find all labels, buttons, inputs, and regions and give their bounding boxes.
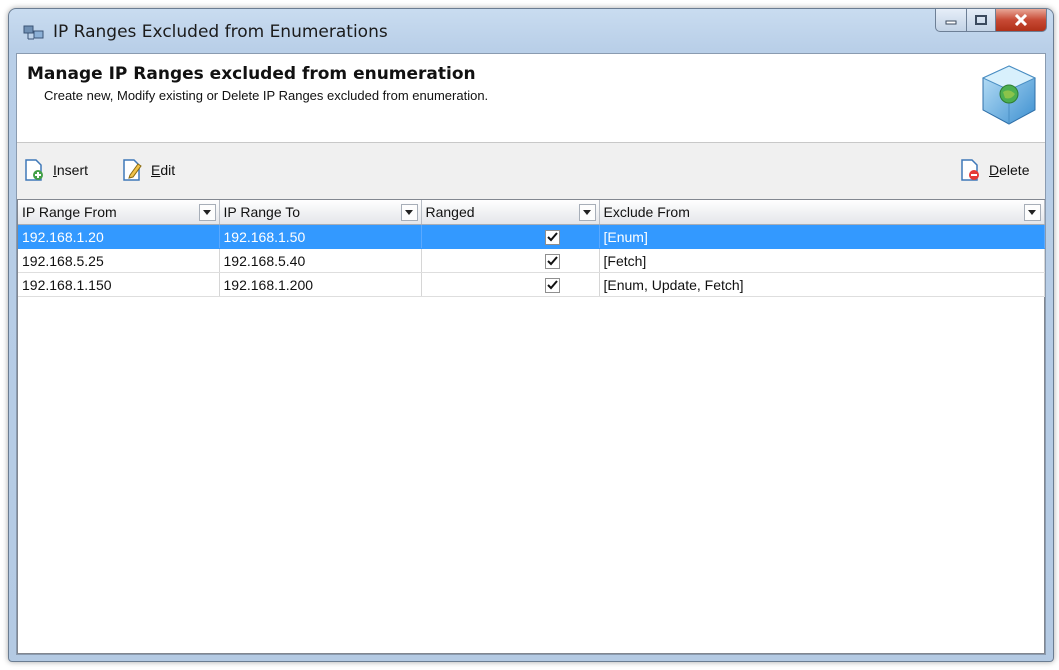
checkmark-icon — [546, 280, 558, 290]
cell-ip-from[interactable]: 192.168.1.20 — [18, 224, 220, 249]
delete-mnemonic: D — [989, 162, 1000, 178]
window-title: IP Ranges Excluded from Enumerations — [53, 22, 388, 42]
cell-ip-from[interactable]: 192.168.1.150 — [18, 272, 220, 297]
close-button[interactable] — [996, 9, 1047, 32]
ip-ranges-table: IP Range From IP Range To Ranged Exclude… — [18, 200, 1045, 297]
cell-exclude-from[interactable]: [Fetch] — [599, 248, 1045, 273]
cell-ip-to[interactable]: 192.168.1.50 — [219, 224, 422, 249]
cell-ip-to[interactable]: 192.168.5.40 — [219, 248, 422, 273]
ranged-checkbox[interactable] — [544, 277, 560, 293]
table-row[interactable]: 192.168.5.25 192.168.5.40 [Fetch] — [18, 248, 1045, 273]
ranged-checkbox[interactable] — [544, 229, 560, 245]
filter-dropdown-button[interactable] — [198, 203, 216, 221]
filter-dropdown-button[interactable] — [400, 203, 418, 221]
column-header-label: Exclude From — [603, 204, 690, 220]
column-header-ip-from[interactable]: IP Range From — [18, 200, 220, 225]
filter-dropdown-button[interactable] — [578, 203, 596, 221]
column-header-label: Ranged — [425, 204, 475, 220]
insert-label: nsert — [56, 162, 89, 178]
edit-button[interactable]: Edit — [121, 158, 175, 182]
header-panel: Manage IP Ranges excluded from enumerati… — [17, 54, 1045, 143]
filter-dropdown-button[interactable] — [1023, 203, 1041, 221]
dropdown-arrow-icon — [203, 209, 211, 215]
cell-ranged[interactable] — [421, 224, 600, 249]
insert-document-icon — [25, 159, 43, 181]
edit-document-icon — [123, 159, 142, 181]
page-subtitle: Create new, Modify existing or Delete IP… — [44, 88, 489, 103]
caption-buttons — [935, 9, 1047, 33]
dropdown-arrow-icon — [1028, 209, 1036, 215]
header-row: IP Range From IP Range To Ranged Exclude… — [18, 200, 1045, 225]
minimize-button[interactable] — [935, 9, 967, 32]
dropdown-arrow-icon — [583, 209, 591, 215]
cell-ranged[interactable] — [421, 272, 600, 297]
column-header-label: IP Range To — [223, 204, 301, 220]
column-header-label: IP Range From — [22, 204, 117, 220]
network-cube-icon — [981, 65, 1037, 125]
table-row[interactable]: 192.168.1.20 192.168.1.50 [Enum] — [18, 224, 1045, 249]
edit-mnemonic: E — [151, 162, 161, 178]
column-header-ip-to[interactable]: IP Range To — [219, 200, 422, 225]
network-app-icon — [23, 25, 44, 40]
ip-ranges-grid[interactable]: IP Range From IP Range To Ranged Exclude… — [17, 199, 1045, 654]
ranged-checkbox[interactable] — [544, 253, 560, 269]
page-title: Manage IP Ranges excluded from enumerati… — [27, 64, 476, 84]
checkmark-icon — [546, 256, 558, 266]
insert-button[interactable]: Insert — [23, 158, 88, 182]
cell-ip-from[interactable]: 192.168.5.25 — [18, 248, 220, 273]
cell-exclude-from[interactable]: [Enum, Update, Fetch] — [599, 272, 1045, 297]
dropdown-arrow-icon — [405, 209, 413, 215]
close-icon — [1014, 14, 1028, 26]
cell-exclude-from[interactable]: [Enum] — [599, 224, 1045, 249]
maximize-icon — [975, 15, 987, 25]
minimize-icon — [945, 20, 957, 25]
table-row[interactable]: 192.168.1.150 192.168.1.200 [Enum, Updat… — [18, 272, 1045, 297]
column-header-ranged[interactable]: Ranged — [421, 200, 600, 225]
toolbar: Insert Edit Delete — [17, 152, 1045, 188]
column-header-exclude-from[interactable]: Exclude From — [599, 200, 1045, 225]
maximize-button[interactable] — [967, 9, 996, 32]
checkmark-icon — [546, 232, 558, 242]
dialog-client: Manage IP Ranges excluded from enumerati… — [16, 53, 1046, 655]
delete-label: elete — [999, 162, 1030, 178]
dialog-window: IP Ranges Excluded from Enumerations Man… — [8, 8, 1054, 662]
cell-ip-to[interactable]: 192.168.1.200 — [219, 272, 422, 297]
delete-document-icon — [961, 159, 979, 181]
delete-button[interactable]: Delete — [959, 158, 1029, 182]
cell-ranged[interactable] — [421, 248, 600, 273]
title-bar[interactable]: IP Ranges Excluded from Enumerations — [9, 9, 1053, 53]
edit-label: dit — [160, 162, 176, 178]
